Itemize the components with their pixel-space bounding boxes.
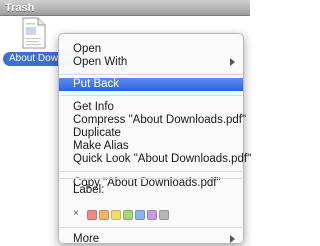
window-titlebar: Trash bbox=[0, 0, 250, 16]
label-color-row: × bbox=[73, 208, 233, 221]
menu-item-more-label: More bbox=[73, 233, 100, 245]
label-color-swatch[interactable] bbox=[147, 210, 157, 220]
menu-item-duplicate[interactable]: Duplicate bbox=[59, 127, 243, 140]
label-color-swatch[interactable] bbox=[123, 210, 133, 220]
menu-item-compress[interactable]: Compress "About Downloads.pdf" bbox=[59, 114, 246, 127]
menu-label-heading: Label: bbox=[73, 184, 105, 196]
menu-item-more[interactable]: More bbox=[59, 233, 243, 246]
label-color-swatch[interactable] bbox=[87, 210, 97, 220]
menu-separator bbox=[60, 74, 242, 75]
menu-separator bbox=[60, 227, 242, 228]
menu-separator bbox=[60, 178, 242, 179]
submenu-arrow-icon bbox=[230, 235, 235, 243]
menu-item-open-with[interactable]: Open With bbox=[59, 56, 243, 69]
menu-item-open-with-label: Open With bbox=[73, 56, 128, 68]
menu-item-get-info[interactable]: Get Info bbox=[59, 101, 243, 114]
menu-item-make-alias[interactable]: Make Alias bbox=[59, 140, 243, 153]
pdf-file-icon[interactable] bbox=[21, 17, 47, 49]
window-title: Trash bbox=[5, 2, 35, 14]
label-color-swatch[interactable] bbox=[135, 210, 145, 220]
context-menu: Open Open With Put Back Get Info Compres… bbox=[58, 33, 251, 246]
label-none-icon[interactable]: × bbox=[73, 208, 79, 219]
menu-item-put-back[interactable]: Put Back bbox=[59, 78, 243, 91]
label-color-swatch[interactable] bbox=[159, 210, 169, 220]
label-color-swatch[interactable] bbox=[99, 210, 109, 220]
menu-separator bbox=[60, 95, 242, 96]
menu-item-open[interactable]: Open bbox=[59, 43, 243, 56]
label-color-swatch[interactable] bbox=[111, 210, 121, 220]
submenu-arrow-icon bbox=[230, 58, 235, 66]
menu-item-quick-look[interactable]: Quick Look "About Downloads.pdf" bbox=[59, 153, 251, 166]
menu-separator bbox=[60, 171, 242, 172]
